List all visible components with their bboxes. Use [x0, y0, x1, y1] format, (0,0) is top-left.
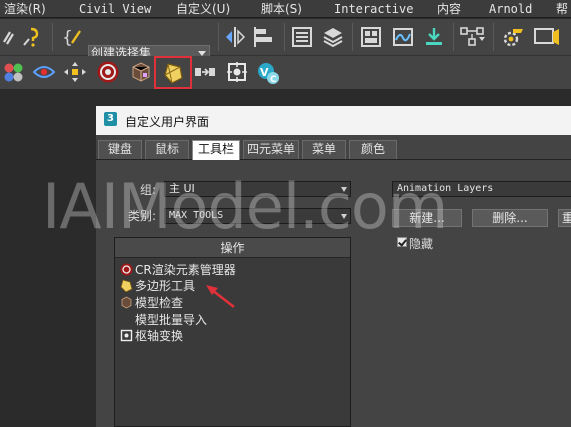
material-editor-icon[interactable]: [458, 24, 488, 50]
tab-bar: 键盘 鼠标 工具栏 四元菜单 菜单 颜色: [96, 140, 571, 160]
menu-customize[interactable]: 自定义(U): [176, 1, 230, 17]
delete-toolbar-button[interactable]: 删除...: [472, 209, 548, 227]
tab-keyboard[interactable]: 键盘: [98, 140, 142, 159]
chevron-down-icon: [341, 187, 347, 192]
actions-list[interactable]: 操作 CR渲染元素管理器 多边形工具 模型检查 模型批量导入 枢轴变换: [114, 237, 351, 427]
dialog-title-bar[interactable]: 3 自定义用户界面: [96, 106, 571, 135]
app-3ds-icon: 3: [104, 112, 117, 126]
align-icon[interactable]: [252, 24, 278, 50]
eye-icon[interactable]: [32, 60, 56, 84]
move-pivot-icon[interactable]: [62, 60, 88, 84]
tab-quad-menus[interactable]: 四元菜单: [243, 140, 299, 159]
list-item[interactable]: 多边形工具: [120, 278, 195, 294]
list-item-label: CR渲染元素管理器: [135, 263, 236, 277]
hide-label: 隐藏: [409, 237, 434, 251]
hide-checkbox[interactable]: [397, 237, 407, 247]
rendered-frame-window-icon[interactable]: [532, 24, 562, 50]
rename-toolbar-button[interactable]: 重: [558, 209, 571, 227]
list-item-label: 多边形工具: [135, 279, 196, 293]
list-item[interactable]: 模型批量导入: [120, 312, 207, 328]
menu-civil-view[interactable]: Civil View: [79, 1, 151, 17]
group-dropdown[interactable]: 主 UI: [164, 181, 351, 197]
toolbar-separator: [218, 23, 219, 51]
toolbar-separator: [352, 23, 353, 51]
list-item[interactable]: 模型检查: [120, 295, 183, 311]
toolbar-select-dropdown[interactable]: Animation Layers: [392, 181, 571, 197]
menu-bar: 渲染(R) Civil View 自定义(U) 脚本(S) Interactiv…: [0, 0, 571, 18]
unlink-icon[interactable]: [21, 24, 47, 50]
main-toolbar: { 创建选择集: [0, 19, 571, 62]
material-library-icon[interactable]: [2, 60, 26, 84]
category-label: 类别:: [128, 209, 157, 223]
polygon-tool-icon: [120, 279, 133, 292]
svg-text:{: {: [62, 28, 73, 48]
dialog-title: 自定义用户界面: [125, 115, 210, 129]
pivot-transform-icon: [120, 329, 133, 342]
render-target-icon[interactable]: [95, 59, 121, 85]
cr-render-icon: [120, 263, 133, 276]
tab-mouse[interactable]: 鼠标: [145, 140, 189, 159]
list-item[interactable]: CR渲染元素管理器: [120, 262, 236, 278]
toolbar-separator: [493, 23, 494, 51]
annotation-arrow-icon: [206, 285, 235, 309]
actions-list-header[interactable]: 操作: [115, 238, 350, 258]
menu-interactive[interactable]: Interactive: [334, 1, 413, 17]
pivot-transform-icon[interactable]: [225, 60, 249, 84]
vc-plugin-icon[interactable]: VC: [255, 60, 281, 86]
highlight-frame: [154, 56, 192, 89]
toolbar-separator: [453, 23, 454, 51]
schematic-view-icon[interactable]: [421, 24, 447, 50]
toolbar-separator: [284, 23, 285, 51]
model-check-icon[interactable]: [127, 60, 153, 84]
group-label: 组:: [140, 183, 157, 197]
menu-script[interactable]: 脚本(S): [261, 1, 302, 17]
customize-ui-dialog: 3 自定义用户界面 键盘 鼠标 工具栏 四元菜单 菜单 颜色 组: 主 UI 类…: [95, 106, 571, 427]
tab-menus[interactable]: 菜单: [302, 140, 346, 159]
batch-import-icon[interactable]: [193, 60, 217, 84]
curve-editor-icon[interactable]: [390, 24, 416, 50]
menu-render[interactable]: 渲染(R): [4, 1, 46, 17]
menu-help[interactable]: 帮: [556, 1, 568, 17]
tab-colors[interactable]: 颜色: [349, 140, 397, 159]
category-dropdown[interactable]: MAX TOOLS: [164, 208, 351, 224]
toolbar-select-value: Animation Layers: [397, 183, 494, 194]
chevron-down-icon: [341, 214, 347, 219]
list-item-label: 模型检查: [135, 296, 184, 310]
new-toolbar-button[interactable]: 新建...: [392, 209, 462, 227]
model-check-icon: [121, 296, 132, 309]
toolbar-separator: [52, 23, 53, 51]
group-value: 主 UI: [169, 182, 195, 195]
toggle-ribbon-icon[interactable]: [358, 24, 384, 50]
list-item-label: 模型批量导入: [135, 313, 208, 327]
render-setup-icon[interactable]: [498, 24, 528, 50]
tab-toolbars[interactable]: 工具栏: [192, 140, 240, 160]
svg-text:C: C: [270, 75, 277, 85]
list-item[interactable]: 枢轴变换: [120, 328, 183, 344]
category-value: MAX TOOLS: [169, 210, 224, 221]
list-item-label: 枢轴变换: [135, 329, 184, 343]
menu-arnold[interactable]: Arnold: [489, 1, 532, 17]
custom-toolbar: VC: [0, 56, 571, 90]
layer-explorer-icon[interactable]: [320, 24, 346, 50]
edit-named-selection-icon[interactable]: {: [60, 24, 86, 50]
link-icon[interactable]: [0, 24, 18, 50]
scene-explorer-icon[interactable]: [289, 24, 315, 50]
mirror-icon[interactable]: [222, 24, 248, 50]
menu-content[interactable]: 内容: [437, 1, 461, 17]
